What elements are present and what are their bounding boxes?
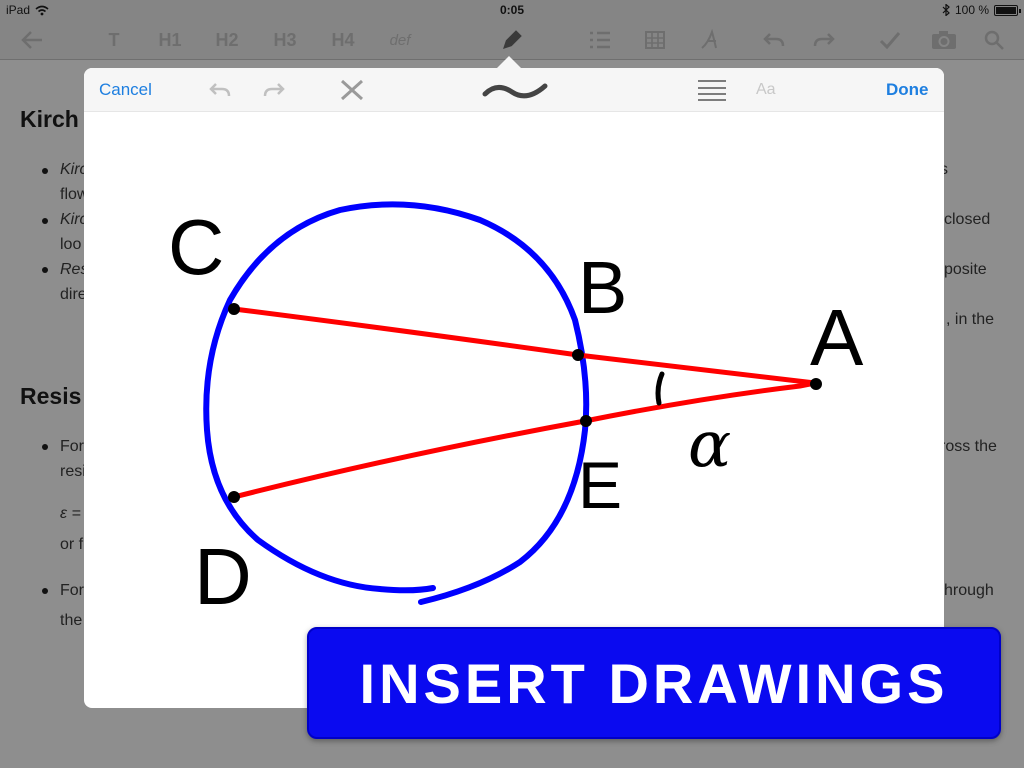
camera-icon[interactable] [929,28,959,52]
editor-toolbar: T H1 H2 H3 H4 def [0,20,1024,60]
doc-text: For [60,438,84,455]
angle-mark [655,371,665,406]
bullet [42,588,48,594]
doc-text: closed [944,211,991,228]
battery-percent: 100 % [954,3,989,17]
bullet [42,267,48,273]
battery-icon [994,4,1021,16]
doc-text: or f [60,536,84,553]
status-bar: iPad 0:05 100 % [0,0,1024,20]
doc-text: dire [60,286,87,303]
pencil-icon[interactable] [498,28,526,52]
redo-icon[interactable] [262,68,286,112]
label-e: E [578,448,622,522]
doc-text: For [60,582,84,599]
format-text-button[interactable]: T [100,28,128,52]
bullet [42,168,48,174]
cancel-button[interactable]: Cancel [99,68,152,112]
pen-stroke-icon[interactable] [482,68,548,112]
doc-text: hrough [944,582,994,599]
point-c [228,303,240,315]
banner-text: INSERT DRAWINGS [359,651,949,715]
redo-icon[interactable] [810,28,838,52]
format-h1-button[interactable]: H1 [152,28,188,52]
drawing-toolbar: Cancel Aa Done [84,68,944,112]
label-d: D [194,532,252,621]
drawing-canvas[interactable]: C B A E D α [84,112,944,708]
doc-text: posite [944,261,987,278]
label-a: A [810,293,864,382]
format-h3-button[interactable]: H3 [267,28,303,52]
checkmark-icon[interactable] [876,28,904,52]
doc-text: loo [60,236,82,253]
heading-resistance: Resis [20,383,82,409]
format-h2-button[interactable]: H2 [209,28,245,52]
point-d [228,491,240,503]
doc-text: resi [60,463,86,480]
doc-text: ross the [940,438,997,455]
clear-icon[interactable] [339,68,365,112]
bullet [42,218,48,224]
done-button[interactable]: Done [886,68,929,112]
label-b: B [578,246,627,329]
back-arrow-icon[interactable] [18,28,46,52]
font-style-icon[interactable] [696,28,724,52]
label-alpha: α [688,408,731,482]
point-b [572,349,584,361]
label-c: C [168,203,224,291]
undo-icon[interactable] [760,28,788,52]
insert-drawings-banner: INSERT DRAWINGS [307,627,1001,739]
undo-icon[interactable] [208,68,232,112]
font-size-button[interactable]: Aa [756,68,776,112]
point-e [580,415,592,427]
line-width-icon[interactable] [697,68,727,112]
circle-stroke [203,201,590,605]
doc-text: , in the [946,311,995,328]
search-icon[interactable] [980,28,1008,52]
table-icon[interactable] [641,28,669,52]
doc-formula: ε = [60,505,81,522]
format-definition-button[interactable]: def [383,28,417,52]
doc-text: the [60,612,83,629]
list-icon[interactable] [586,28,614,52]
secant-line-cba [231,306,818,386]
bluetooth-icon [942,4,950,16]
clock: 0:05 [499,3,525,17]
bullet [42,444,48,450]
format-h4-button[interactable]: H4 [325,28,361,52]
heading-kirchhoff: Kirch [20,106,79,132]
